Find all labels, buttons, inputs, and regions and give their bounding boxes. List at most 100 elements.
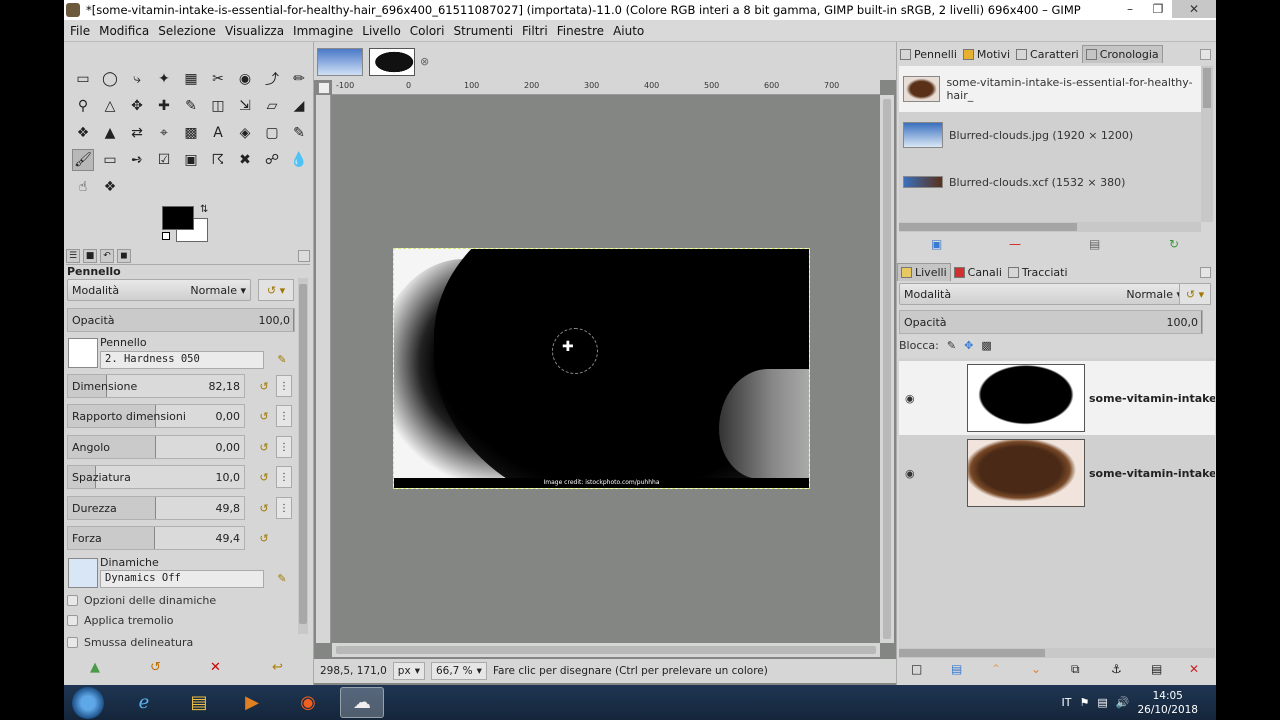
visibility-eye-icon[interactable]: ◉ [905,467,925,480]
lock-alpha-icon[interactable]: ▩ [981,339,991,352]
swap-colors-icon[interactable]: ⇅ [200,204,208,215]
rotate-icon[interactable]: ◫ [207,95,229,117]
spacing-slider[interactable]: Spaziatura 10,0 [67,465,245,489]
cage-icon[interactable]: ⌖ [153,122,175,144]
size-options-icon[interactable]: ⋮ [276,375,292,397]
menu-aiuto[interactable]: Aiuto [613,24,644,38]
layer-row[interactable]: ◉ some-vitamin-intake-i [899,361,1215,435]
blur-icon[interactable]: 💧 [288,149,310,171]
undo-tab-icon[interactable]: ↶ [100,248,114,263]
tab-history[interactable]: Cronologia [1081,45,1163,63]
aspect-slider[interactable]: Rapporto dimensioni 0,00 [67,404,245,428]
tool-options-tab-icon[interactable]: ☰ [66,248,80,263]
zoom-select[interactable]: 66,7 % ▾ [430,662,487,680]
image-tab-hair[interactable] [369,48,415,76]
lock-pixels-icon[interactable]: ✎ [947,339,956,352]
history-item[interactable]: Blurred-clouds.jpg (1920 × 1200) [899,112,1201,158]
paths-icon[interactable]: ⤴ [261,68,283,90]
color-picker-icon[interactable]: ✏ [288,68,310,90]
device-status-tab-icon[interactable]: ■ [83,248,97,263]
delete-options-icon[interactable]: ✕ [210,660,221,675]
new-layer-icon[interactable]: □ [911,662,922,676]
save-options-icon[interactable]: ▲ [90,660,100,675]
layer-row[interactable]: ◉ some-vitamin-intake-i [899,436,1215,510]
mode-combo[interactable]: Modalità Normale ▾ [67,279,251,301]
restore-icon[interactable]: ❐ [1144,0,1172,18]
open-icon[interactable]: ▣ [931,237,942,251]
layers-dock-menu-icon[interactable] [1200,266,1211,278]
force-reset-icon[interactable]: ↺ [256,527,272,549]
pencil-icon[interactable]: ✎ [288,122,310,144]
restore-options-icon[interactable]: ↺ [150,660,161,675]
action-center-flag-icon[interactable]: ⚑ [1079,696,1089,709]
history-item[interactable]: Blurred-clouds.xcf (1532 × 380) [899,159,1201,205]
menu-livello[interactable]: Livello [362,24,401,38]
mypaint-brush-icon[interactable]: ▣ [180,149,202,171]
scale-icon[interactable]: ⇲ [234,95,256,117]
clone-icon[interactable]: ☈ [207,149,229,171]
angle-options-icon[interactable]: ⋮ [276,436,292,458]
image-canvas[interactable]: Image credit: istockphoto.com/puhhha [393,248,810,489]
brush-name-field[interactable]: 2. Hardness 050 [100,351,264,369]
media-player-icon[interactable]: ▶ [230,687,274,718]
tab-channels[interactable]: Canali [951,263,1005,281]
heal-icon[interactable]: ✖ [234,149,256,171]
history-horizontal-scrollbar[interactable] [899,222,1201,232]
shear-icon[interactable]: ▱ [261,95,283,117]
network-icon[interactable]: ▤ [1097,696,1107,709]
force-slider[interactable]: Forza 49,4 [67,526,245,550]
new-group-icon[interactable]: ▤ [951,662,962,676]
size-slider[interactable]: Dimensione 82,18 [67,374,245,398]
size-reset-icon[interactable]: ↺ [256,375,272,397]
aspect-reset-icon[interactable]: ↺ [256,405,272,427]
checker-icon[interactable]: ▩ [180,122,202,144]
free-select-icon[interactable]: ⤷ [126,68,148,90]
anchor-layer-icon[interactable]: ⚓ [1111,662,1122,676]
tool-options-scrollbar[interactable] [298,278,308,634]
layer-mode-combo[interactable]: Modalità Normale ▾ [899,283,1187,305]
angle-reset-icon[interactable]: ↺ [256,436,272,458]
hardness-slider[interactable]: Durezza 49,8 [67,496,245,520]
move-icon[interactable]: ✥ [126,95,148,117]
tab-paths[interactable]: Tracciati [1005,263,1071,281]
foreground-select-icon[interactable]: ◉ [234,68,256,90]
quick-mask-icon[interactable] [318,82,330,94]
volume-icon[interactable]: 🔊 [1116,696,1130,709]
zoom-icon[interactable]: ⚲ [72,95,94,117]
duplicate-layer-icon[interactable]: ⧉ [1071,662,1080,677]
visibility-eye-icon[interactable]: ◉ [905,392,925,405]
lower-layer-icon[interactable]: ⌄ [1031,662,1041,676]
close-tab-icon[interactable]: ⊗ [420,55,429,68]
jitter-checkbox[interactable]: Applica tremolio [67,614,307,627]
tab-patterns[interactable]: Motivi [960,45,1013,63]
history-item[interactable]: some-vitamin-intake-is-essential-for-hea… [899,66,1201,112]
edit-dynamics-icon[interactable]: ✎ [274,567,290,589]
image-tab-clouds[interactable] [317,48,363,76]
remove-icon[interactable]: — [1009,237,1021,251]
file-explorer-icon[interactable]: ▤ [177,687,221,718]
measure-icon[interactable]: △ [99,95,121,117]
eraser-icon[interactable]: ▭ [99,149,121,171]
raise-layer-icon[interactable]: ⌃ [991,662,1001,676]
canvas-vertical-scrollbar[interactable] [880,95,894,643]
menu-colori[interactable]: Colori [410,24,445,38]
history-vertical-scrollbar[interactable] [1201,66,1213,222]
fuzzy-select-icon[interactable]: ✦ [153,68,175,90]
delete-layer-icon[interactable]: ✕ [1189,662,1199,676]
menu-immagine[interactable]: Immagine [293,24,353,38]
canvas-horizontal-scrollbar[interactable] [332,643,880,657]
unified-transform-icon[interactable]: ❖ [72,122,94,144]
layer-opacity-slider[interactable]: Opacità 100,0 [899,310,1203,334]
perspective-clone-icon[interactable]: ☍ [261,149,283,171]
menu-modifica[interactable]: Modifica [99,24,149,38]
bucket-fill-icon[interactable]: ◈ [234,122,256,144]
menu-file[interactable]: File [70,24,90,38]
menu-selezione[interactable]: Selezione [158,24,216,38]
dodge-burn-icon[interactable]: ❖ [99,176,121,198]
layers-horizontal-scrollbar[interactable] [899,648,1215,658]
rect-select-icon[interactable]: ▭ [72,68,94,90]
dynamics-name-field[interactable]: Dynamics Off [100,570,264,588]
tab-brushes[interactable]: Pennelli [897,45,960,63]
smooth-checkbox[interactable]: Smussa delineatura [67,636,307,649]
dynamics-preview[interactable] [68,558,98,588]
